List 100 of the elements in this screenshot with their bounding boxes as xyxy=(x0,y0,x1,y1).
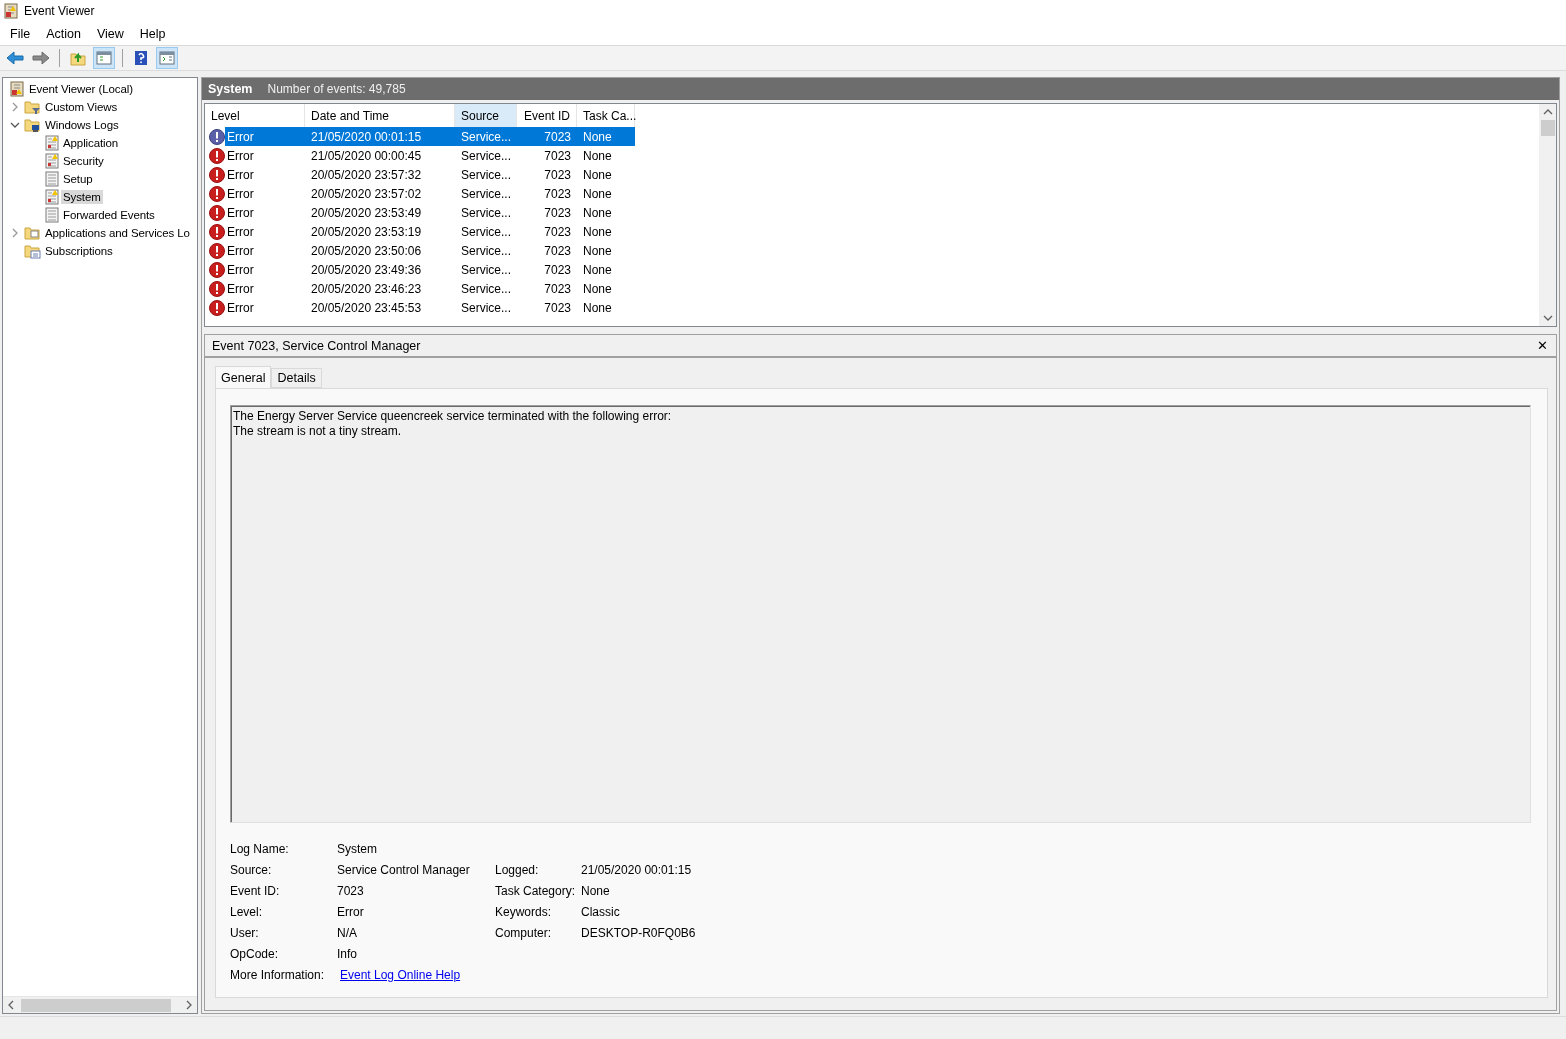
table-cell-text: Error xyxy=(226,299,255,317)
field-value: N/A xyxy=(337,925,358,940)
table-cell-text: None xyxy=(582,299,613,317)
vertical-scrollbar[interactable] xyxy=(1539,104,1556,326)
table-cell-text: Error xyxy=(226,242,255,260)
field-label: Logged: xyxy=(495,862,540,877)
folder-icon xyxy=(24,225,41,241)
table-cell-text: None xyxy=(582,185,613,203)
table-cell-text: Error xyxy=(226,223,255,241)
field-label: Level: xyxy=(230,904,264,919)
tree-item[interactable]: Custom Views xyxy=(43,100,120,114)
table-cell-text: 7023 xyxy=(543,299,572,317)
folder-filter-icon xyxy=(24,99,41,115)
show-tree-button[interactable] xyxy=(93,47,115,69)
table-cell-text: 20/05/2020 23:53:19 xyxy=(310,223,423,241)
field-label: Log Name: xyxy=(230,841,290,856)
app-icon xyxy=(4,3,18,19)
log-warning-icon xyxy=(45,189,59,205)
field-value: 21/05/2020 00:01:15 xyxy=(581,862,693,877)
log-warning-icon xyxy=(45,135,59,151)
scroll-thumb[interactable] xyxy=(21,998,171,1012)
horizontal-scrollbar[interactable] xyxy=(3,996,197,1013)
tab[interactable]: Details xyxy=(271,368,322,388)
table-cell-text: Service... xyxy=(460,299,512,317)
table-cell-text: 7023 xyxy=(543,280,572,298)
table-cell-text: 20/05/2020 23:45:53 xyxy=(310,299,423,317)
tree-item[interactable]: Event Viewer (Local) xyxy=(27,82,135,96)
tab[interactable]: General xyxy=(215,366,272,388)
table-cell-text: Error xyxy=(226,147,255,165)
error-icon xyxy=(209,223,225,240)
log-icon xyxy=(45,207,59,223)
menu-item[interactable]: Action xyxy=(38,26,89,41)
table-cell: None xyxy=(577,127,635,146)
table-cell-text: Service... xyxy=(460,280,512,298)
field-label: Source: xyxy=(230,862,273,877)
field-label: Task Category: xyxy=(495,883,577,898)
tree-item[interactable]: Windows Logs xyxy=(43,118,121,132)
column-header[interactable]: Source xyxy=(455,104,517,127)
table-cell-text: Service... xyxy=(460,147,512,165)
table-cell-text: None xyxy=(582,223,613,241)
table-cell-text: Error xyxy=(226,204,255,222)
table-cell: 7023 xyxy=(517,127,577,146)
menu-item[interactable]: File xyxy=(2,26,39,41)
field-value: Info xyxy=(337,946,358,961)
tree-item[interactable]: Subscriptions xyxy=(43,244,115,258)
error-icon xyxy=(209,185,225,202)
event-count: Number of events: 49,785 xyxy=(267,82,406,96)
tree-item[interactable]: Forwarded Events xyxy=(61,208,157,222)
pane-icon xyxy=(159,51,175,65)
table-cell-text: Service... xyxy=(460,261,512,279)
table-cell-text: 21/05/2020 00:00:45 xyxy=(310,147,423,165)
table-cell-text: None xyxy=(582,166,613,184)
table-cell-text: Service... xyxy=(460,166,512,184)
table-cell-text: None xyxy=(582,280,613,298)
error-icon xyxy=(209,147,225,164)
table-cell-text: 7023 xyxy=(543,242,572,260)
field-value: 7023 xyxy=(337,883,365,898)
field-label: Keywords: xyxy=(495,904,553,919)
table-cell-text: 7023 xyxy=(543,261,572,279)
close-button[interactable]: ✕ xyxy=(1537,338,1548,353)
error-icon xyxy=(209,299,225,316)
tree-item[interactable]: Application xyxy=(61,136,121,150)
tree-item[interactable]: System xyxy=(61,190,103,204)
table-cell-text: 20/05/2020 23:46:23 xyxy=(310,280,423,298)
table-cell-text: 20/05/2020 23:57:32 xyxy=(310,166,423,184)
forward-arrow-icon xyxy=(32,51,50,65)
table-cell-text: Error xyxy=(226,280,255,298)
window-title: Event Viewer xyxy=(24,4,95,18)
show-action-pane-button[interactable] xyxy=(156,47,178,69)
field-value: None xyxy=(581,883,611,898)
event-message: The Energy Server Service queencreek service terminated with the following error: The stream is not a tiny stream. xyxy=(230,405,1531,823)
menu-item[interactable]: View xyxy=(88,26,132,41)
tree-item[interactable]: Applications and Services Lo xyxy=(43,226,192,240)
error-icon xyxy=(209,261,225,278)
table-cell-text: 20/05/2020 23:57:02 xyxy=(310,185,423,203)
field-label: OpCode: xyxy=(230,946,280,961)
table-cell-text: 7023 xyxy=(543,223,572,241)
table-cell: 21/05/2020 00:01:15 xyxy=(305,127,455,146)
field-label: Computer: xyxy=(495,925,553,940)
tree-item[interactable]: Setup xyxy=(61,172,95,186)
table-cell-text: None xyxy=(582,147,613,165)
field-value: Error xyxy=(337,904,365,919)
field-value: Classic xyxy=(581,904,621,919)
table-cell-text: None xyxy=(582,204,613,222)
folder-computer-icon xyxy=(24,117,41,133)
menu-item[interactable]: Help xyxy=(131,26,174,41)
table-cell-text: 7023 xyxy=(543,185,572,203)
tree-item[interactable]: Security xyxy=(61,154,106,168)
event-title: Event 7023, Service Control Manager xyxy=(212,338,421,353)
error-icon xyxy=(209,128,225,145)
scroll-thumb[interactable] xyxy=(1540,120,1555,136)
help-link[interactable]: Event Log Online Help xyxy=(340,967,495,982)
field-value: System xyxy=(337,841,378,856)
back-arrow-icon xyxy=(6,51,24,65)
table-cell-text: Error xyxy=(226,261,255,279)
field-label: More Information: xyxy=(230,967,326,982)
table-cell-text: 20/05/2020 23:53:49 xyxy=(310,204,423,222)
log-title: System xyxy=(208,82,253,96)
error-icon xyxy=(209,204,225,221)
table-cell-text: None xyxy=(582,242,613,260)
